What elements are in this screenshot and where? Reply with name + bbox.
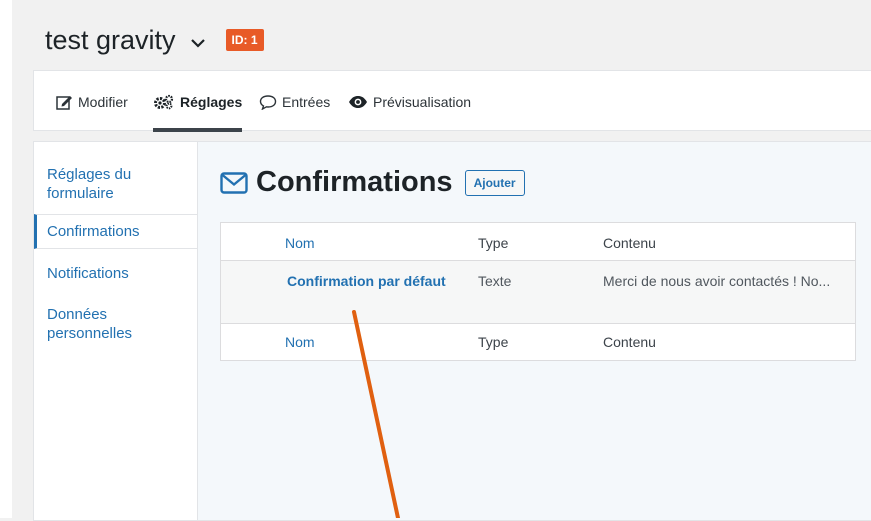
form-id-badge: ID: 1 xyxy=(225,29,264,51)
sidebar-item-confirmations[interactable]: Confirmations xyxy=(34,214,197,249)
toolbar-modifier-label: Modifier xyxy=(78,93,128,110)
eye-icon xyxy=(349,95,367,108)
sidebar-item-notifications[interactable]: Notifications xyxy=(34,264,197,283)
toolbar-previsualisation-label: Prévisualisation xyxy=(373,93,472,110)
toolbar-reglages[interactable]: Réglages xyxy=(153,71,243,132)
column-header-type: Type xyxy=(478,235,509,251)
toolbar-reglages-label: Réglages xyxy=(180,93,243,110)
settings-sidebar: Réglages du formulaire Confirmations Not… xyxy=(34,142,198,520)
confirmation-content: Merci de nous avoir contactés ! No... xyxy=(603,273,831,289)
sidebar-item-donnees-personnelles[interactable]: Données personnelles xyxy=(34,305,197,343)
confirmation-type: Texte xyxy=(478,273,512,289)
main-content: Confirmations Ajouter Nom Type Contenu C… xyxy=(198,142,871,520)
add-confirmation-button[interactable]: Ajouter xyxy=(464,169,525,196)
column-header-nom[interactable]: Nom xyxy=(285,235,315,251)
column-footer-type: Type xyxy=(478,334,509,350)
sidebar-item-label: personnelles xyxy=(47,325,133,342)
sidebar-item-label: Confirmations xyxy=(47,223,140,240)
envelope-icon xyxy=(220,171,248,194)
form-toolbar: Modifier Réglages Entrées Prévisualisati… xyxy=(33,70,871,132)
toolbar-entrees[interactable]: Entrées xyxy=(259,71,330,132)
form-title: test gravity xyxy=(45,24,176,55)
table-footer: Nom Type Contenu xyxy=(221,322,855,360)
left-gutter xyxy=(0,0,12,518)
chevron-down-icon[interactable] xyxy=(190,38,206,48)
form-title-row: test gravity ID: 1 xyxy=(45,20,264,60)
confirmation-name-link[interactable]: Confirmation par défaut xyxy=(287,273,446,289)
toolbar-modifier[interactable]: Modifier xyxy=(56,71,128,132)
settings-panel: Réglages du formulaire Confirmations Not… xyxy=(33,141,871,521)
confirmations-table: Nom Type Contenu Confirmation par défaut… xyxy=(220,222,856,361)
sidebar-item-label: formulaire xyxy=(47,185,114,202)
sidebar-item-label: Réglages du xyxy=(47,166,132,183)
toolbar-entrees-label: Entrées xyxy=(282,93,331,110)
table-header: Nom Type Contenu xyxy=(221,223,855,261)
sidebar-item-reglages-formulaire[interactable]: Réglages du formulaire xyxy=(34,165,197,203)
column-footer-contenu: Contenu xyxy=(603,334,656,350)
page-title: Confirmations xyxy=(256,166,453,198)
column-header-contenu: Contenu xyxy=(603,235,656,251)
comment-icon xyxy=(259,94,277,110)
sidebar-item-label: Données xyxy=(47,306,108,323)
column-footer-nom[interactable]: Nom xyxy=(285,334,315,350)
edit-icon xyxy=(56,95,72,110)
sidebar-item-label: Notifications xyxy=(47,265,129,282)
gears-icon xyxy=(154,94,174,109)
toolbar-previsualisation[interactable]: Prévisualisation xyxy=(348,71,471,132)
heading-row: Confirmations Ajouter xyxy=(220,166,525,199)
table-row[interactable]: Confirmation par défaut Texte Merci de n… xyxy=(221,260,855,324)
